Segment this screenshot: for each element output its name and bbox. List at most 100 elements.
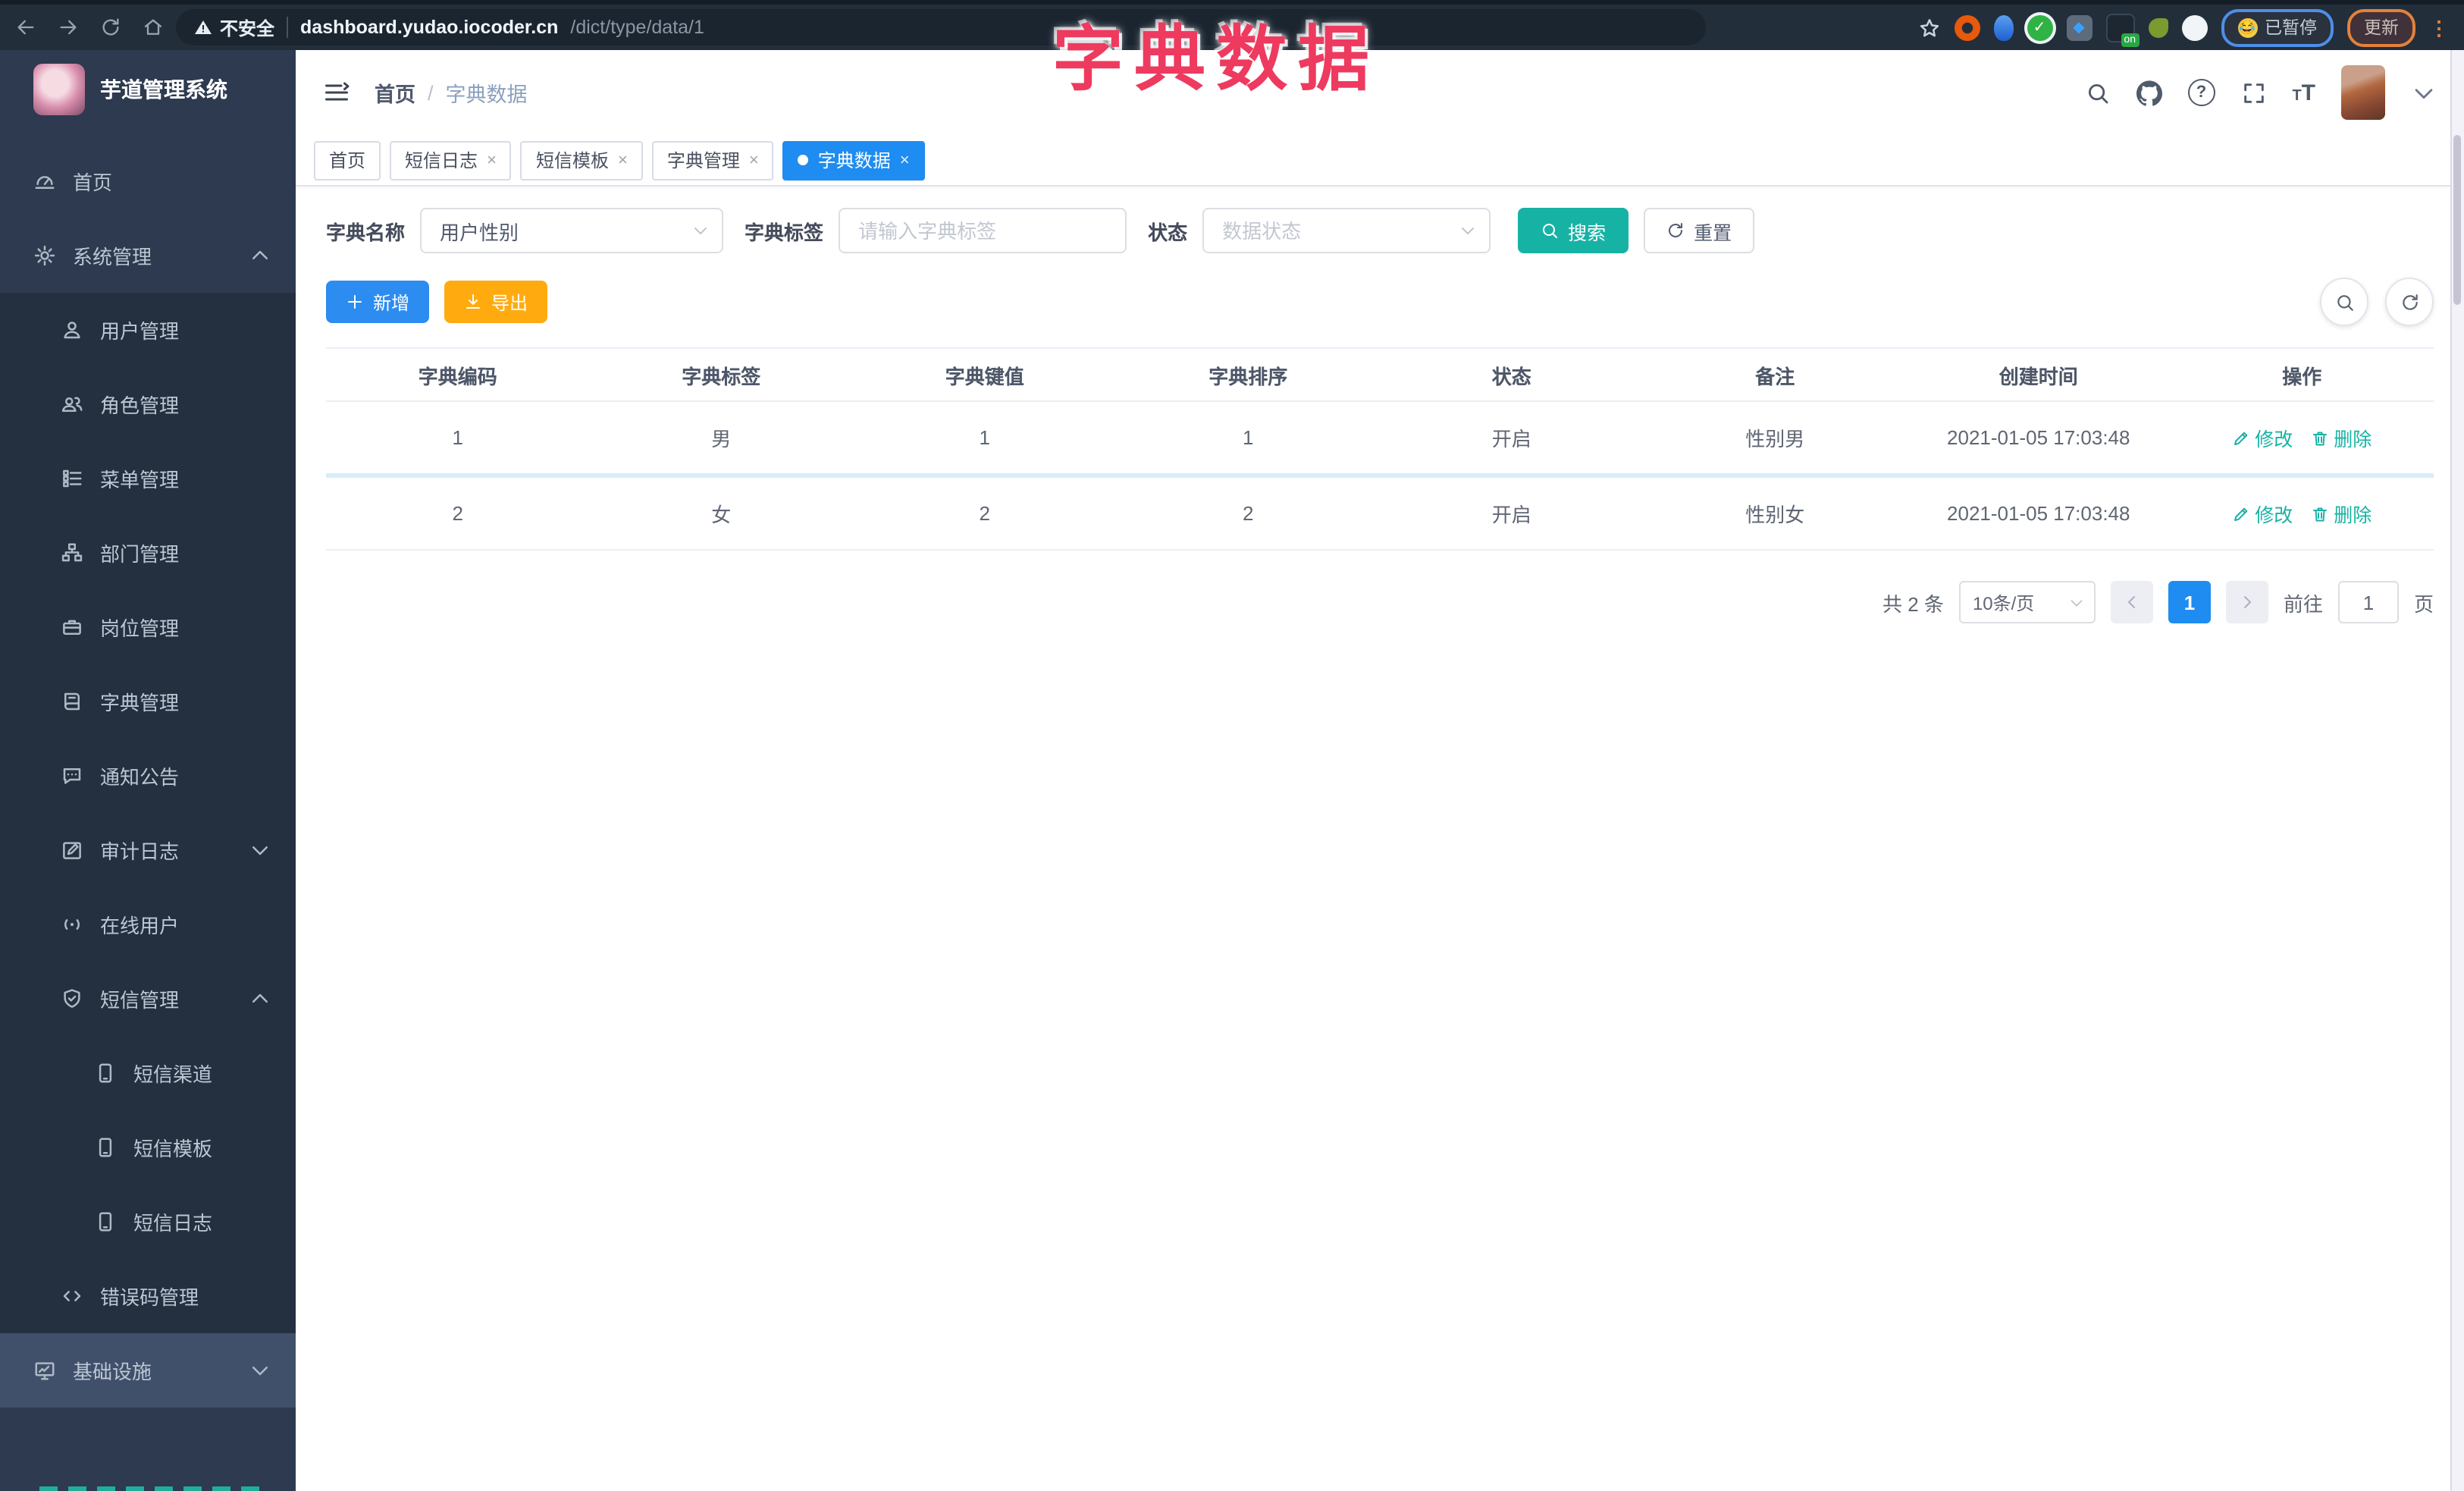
close-icon[interactable]: ×	[749, 151, 759, 169]
sidebar-item-label: 在线用户	[100, 915, 180, 937]
page-size-select[interactable]: 10条/页	[1958, 581, 2096, 623]
dict-name-select[interactable]	[420, 208, 724, 253]
edit-link[interactable]: 修改	[2232, 423, 2293, 452]
column-header: 创建时间	[1998, 365, 2078, 388]
chevron-up-icon	[249, 987, 271, 1010]
cell-value: 1	[979, 426, 990, 449]
export-button[interactable]: 导出	[444, 281, 548, 323]
on-badge: on	[2121, 33, 2139, 46]
page-number-button[interactable]: 1	[2168, 581, 2211, 623]
extension-paused-chip[interactable]: 😂 已暂停	[2221, 8, 2334, 46]
close-icon[interactable]: ×	[487, 151, 497, 169]
cell-remark: 性别男	[1745, 428, 1805, 450]
app-title: 芋道管理系统	[100, 77, 227, 102]
extension-blue-icon[interactable]	[1993, 14, 2013, 40]
collapse-sidebar-icon[interactable]	[323, 79, 350, 106]
prev-page-button[interactable]	[2110, 581, 2153, 623]
extension-green-check-icon[interactable]: ✓	[2027, 14, 2052, 40]
extension-leaf-icon[interactable]	[2148, 17, 2168, 37]
tab-1[interactable]: 短信日志 ×	[390, 140, 512, 180]
tab-0[interactable]: 首页	[314, 140, 381, 180]
sidebar-item-2[interactable]: 用户管理	[0, 293, 296, 367]
goto-page-input[interactable]	[2337, 581, 2399, 623]
delete-link[interactable]: 删除	[2311, 499, 2372, 528]
fullscreen-icon[interactable]	[2240, 80, 2266, 105]
sidebar-item-label: 部门管理	[100, 543, 180, 566]
dict-name-value[interactable]	[437, 218, 707, 243]
close-icon[interactable]: ×	[900, 151, 910, 169]
home-icon[interactable]	[143, 17, 164, 38]
close-icon[interactable]: ×	[618, 151, 628, 169]
dict-label-field[interactable]	[855, 218, 1111, 243]
cell-sort: 2	[1243, 502, 1254, 525]
toggle-search-button[interactable]	[2320, 278, 2368, 326]
reset-button[interactable]: 重置	[1644, 208, 1755, 253]
fontsize-icon[interactable]: TT	[2292, 80, 2315, 105]
sidebar-item-13[interactable]: 短信模板	[0, 1110, 296, 1185]
reload-icon[interactable]	[100, 17, 121, 38]
extension-orange-icon[interactable]	[1954, 14, 1980, 40]
delete-link-label: 删除	[2334, 505, 2372, 526]
column-header: 字典编码	[418, 365, 497, 388]
sidebar-item-8[interactable]: 通知公告	[0, 739, 296, 813]
delete-link[interactable]: 删除	[2311, 423, 2372, 452]
table-row-1: 2 女 2 2 开启 性别女 2021-01-05 17:03:48 修改 删除	[326, 478, 2434, 551]
edit-link[interactable]: 修改	[2232, 499, 2293, 528]
chevron-down-icon[interactable]	[2411, 80, 2437, 105]
sidebar-item-6[interactable]: 岗位管理	[0, 590, 296, 664]
cell-actions: 修改 删除	[2171, 499, 2434, 528]
sidebar-item-10[interactable]: 在线用户	[0, 887, 296, 962]
bookmark-star-icon[interactable]	[1917, 16, 1940, 39]
tab-3[interactable]: 字典管理 ×	[651, 140, 774, 180]
sidebar-logo-row[interactable]: 芋道管理系统	[0, 50, 296, 129]
sidebar-item-12[interactable]: 短信渠道	[0, 1036, 296, 1110]
sidebar-item-5[interactable]: 部门管理	[0, 516, 296, 590]
sidebar-item-0[interactable]: 首页	[0, 144, 296, 218]
sidebar-item-label: 角色管理	[100, 394, 180, 417]
status-select[interactable]	[1202, 208, 1491, 253]
status-value[interactable]	[1219, 218, 1475, 243]
sidebar-item-4[interactable]: 菜单管理	[0, 441, 296, 516]
sidebar-item-9[interactable]: 审计日志	[0, 813, 296, 887]
breadcrumb-home[interactable]: 首页	[375, 77, 415, 108]
extension-bars-icon[interactable]: ◆	[2066, 14, 2092, 40]
sidebar-item-15[interactable]: 错误码管理	[0, 1259, 296, 1333]
tab-2[interactable]: 短信模板 ×	[520, 140, 643, 180]
edit-link-label: 修改	[2255, 429, 2293, 450]
url-host: dashboard.yudao.iocoder.cn	[300, 17, 559, 38]
sidebar-item-14[interactable]: 短信日志	[0, 1185, 296, 1259]
column-header: 状态	[1491, 365, 1531, 388]
extension-puzzle-icon[interactable]	[2181, 14, 2207, 40]
avatar[interactable]	[2341, 65, 2385, 120]
help-icon[interactable]: ?	[2187, 79, 2215, 106]
scrollbar[interactable]	[2450, 50, 2464, 1491]
search-icon[interactable]	[2084, 80, 2110, 105]
cell-status: 开启	[1491, 504, 1531, 526]
sidebar-item-1[interactable]: 系统管理	[0, 218, 296, 293]
search-button[interactable]: 搜索	[1518, 208, 1629, 253]
extension-on-icon[interactable]: on	[2105, 13, 2139, 46]
content: 字典名称 字典标签 状态 搜索	[296, 187, 2464, 645]
github-icon[interactable]	[2136, 80, 2162, 105]
url-bar[interactable]: 不安全 dashboard.yudao.iocoder.cn /dict/typ…	[176, 9, 1706, 46]
security-warning[interactable]: 不安全	[194, 14, 274, 40]
chevron-up-icon	[249, 244, 271, 267]
sidebar-item-3[interactable]: 角色管理	[0, 367, 296, 441]
sidebar-item-label: 用户管理	[100, 320, 180, 343]
cell-label: 男	[711, 428, 732, 450]
tab-4[interactable]: 字典数据 ×	[782, 140, 925, 180]
add-button[interactable]: 新增	[326, 281, 430, 323]
dict-data-table: 字典编码 字典标签 字典键值 字典排序 状态 备注 创建时间 操作 1 男 1 1 开启 性别男 2021…	[326, 347, 2434, 551]
refresh-button[interactable]	[2385, 278, 2434, 326]
next-page-button[interactable]	[2225, 581, 2268, 623]
sidebar-item-7[interactable]: 字典管理	[0, 664, 296, 739]
scrollbar-thumb[interactable]	[2453, 135, 2461, 305]
dict-label-input[interactable]	[839, 208, 1127, 253]
back-icon[interactable]	[15, 17, 36, 38]
sidebar-item-16[interactable]: 基础设施	[0, 1333, 296, 1408]
sidebar-item-11[interactable]: 短信管理	[0, 962, 296, 1036]
browser-update-button[interactable]: 更新	[2347, 8, 2415, 46]
search-icon	[2334, 292, 2354, 312]
forward-icon[interactable]	[58, 17, 79, 38]
browser-menu-icon[interactable]: ⋮	[2429, 17, 2449, 37]
